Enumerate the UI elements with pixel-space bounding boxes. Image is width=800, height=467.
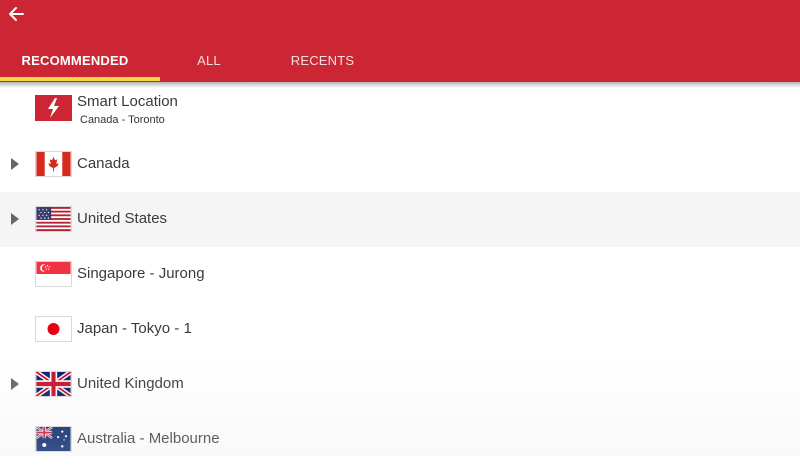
location-name: United Kingdom — [77, 375, 184, 392]
lightning-icon — [35, 95, 72, 121]
list-item-singapore-jurong[interactable]: Singapore - Jurong — [0, 247, 800, 302]
location-name: Canada — [77, 155, 130, 172]
tab-recents[interactable]: RECENTS — [280, 38, 365, 82]
expand-arrow-icon[interactable] — [11, 158, 19, 170]
app-bar: RECOMMENDED ALL RECENTS — [0, 0, 800, 82]
location-name: Singapore - Jurong — [77, 265, 205, 282]
expand-arrow-icon[interactable] — [11, 213, 19, 225]
arrow-left-icon — [9, 7, 24, 21]
list-item-united-states[interactable]: United States — [0, 192, 800, 247]
list-item-canada[interactable]: Canada — [0, 137, 800, 192]
uk-flag-icon — [35, 371, 72, 397]
list-item-japan-tokyo-1[interactable]: Japan - Tokyo - 1 — [0, 302, 800, 357]
australia-flag-icon — [35, 426, 72, 452]
list-item-australia-melbourne[interactable]: Australia - Melbourne — [0, 412, 800, 467]
canada-flag-icon — [35, 151, 72, 177]
location-name: Australia - Melbourne — [77, 430, 220, 447]
list-item-united-kingdom[interactable]: United Kingdom — [0, 357, 800, 412]
tab-recommended[interactable]: RECOMMENDED — [0, 38, 150, 82]
location-name: Japan - Tokyo - 1 — [77, 320, 192, 337]
japan-flag-icon — [35, 316, 72, 342]
tab-bar: RECOMMENDED ALL RECENTS — [0, 38, 800, 82]
tab-all[interactable]: ALL — [170, 38, 248, 82]
location-subtitle: Canada - Toronto — [80, 114, 165, 126]
tab-indicator — [0, 77, 160, 81]
expand-arrow-icon[interactable] — [11, 378, 19, 390]
us-flag-icon — [35, 206, 72, 232]
location-name: United States — [77, 210, 168, 227]
singapore-flag-icon — [35, 261, 72, 287]
list-item-smart-location[interactable]: Smart Location Canada - Toronto — [0, 88, 800, 143]
location-name: Smart Location — [77, 93, 178, 110]
back-button[interactable] — [4, 2, 28, 26]
